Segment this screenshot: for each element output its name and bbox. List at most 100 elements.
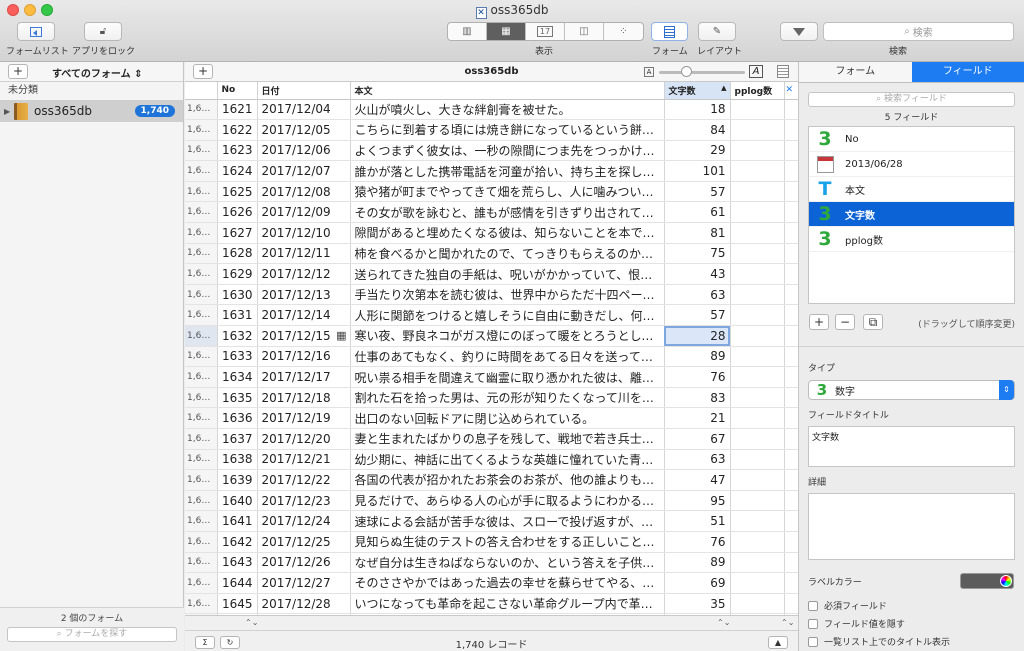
font-size-slider[interactable]	[659, 66, 745, 77]
table-row[interactable]: 1,622 1622 2017/12/05 こちらに到着する頃には焼き餅になっていると…	[185, 119, 799, 141]
cell-date[interactable]: 2017/12/23	[257, 490, 351, 512]
cell-no[interactable]: 1645	[217, 593, 258, 615]
cell-chars[interactable]: 83	[664, 387, 731, 409]
cell-spacer[interactable]	[784, 99, 799, 121]
calendar-view-icon[interactable]: 17	[526, 23, 565, 40]
row-number[interactable]: 1,623	[185, 140, 218, 162]
cell-no[interactable]: 1625	[217, 181, 258, 203]
cell-date[interactable]: 2017/12/05	[257, 119, 351, 141]
find-form-input[interactable]: ⌕ フォームを探す	[7, 627, 177, 642]
row-number[interactable]: 1,625	[185, 181, 218, 203]
cell-spacer[interactable]	[784, 140, 799, 162]
cell-chars[interactable]: 67	[664, 428, 731, 450]
cell-body[interactable]: 手当たり次第本を読む彼は、世界中からただ十四ペー…	[350, 284, 665, 306]
table-row[interactable]: 1,640 1640 2017/12/23 見るだけで、あらゆる人の心が手に取るように…	[185, 490, 799, 512]
cell-pplog[interactable]	[730, 222, 785, 244]
cell-pplog[interactable]	[730, 428, 785, 450]
field-item[interactable]: T 本文	[809, 177, 1014, 202]
cell-body[interactable]: よくつまずく彼女は、一秒の隙間につま先をつっかけて…	[350, 140, 665, 162]
cell-date[interactable]: 2017/12/18	[257, 387, 351, 409]
field-item[interactable]: 3 No	[809, 127, 1014, 152]
cell-spacer[interactable]	[784, 263, 799, 285]
column-header-date[interactable]: 日付	[257, 82, 351, 100]
table-row[interactable]: 1,634 1634 2017/12/17 呪い祟る相手を間違えて幽霊に取り憑かれた彼…	[185, 366, 799, 388]
add-form-button[interactable]: +	[8, 64, 28, 79]
cell-spacer[interactable]	[784, 222, 799, 244]
cell-body[interactable]: 出口のない回転ドアに閉じ込められている。	[350, 407, 665, 429]
add-field-button[interactable]: +	[809, 314, 829, 330]
cell-body[interactable]: 妻と生まれたばかりの息子を残して、戦地で若き兵士は…	[350, 428, 665, 450]
cell-spacer[interactable]	[784, 449, 799, 471]
cell-spacer[interactable]	[784, 490, 799, 512]
table-row[interactable]: 1,635 1635 2017/12/18 割れた石を拾った男は、元の形が知りたくなっ…	[185, 387, 799, 409]
column-header-chars[interactable]: 文字数 ▲	[664, 82, 731, 100]
cell-date[interactable]: 2017/12/17	[257, 366, 351, 388]
cell-date[interactable]: 2017/12/13	[257, 284, 351, 306]
cell-spacer[interactable]	[784, 243, 799, 265]
summary-chevron-icon[interactable]: ⌃⌄	[717, 618, 730, 627]
grid-view-icon[interactable]: ⁘	[604, 23, 643, 40]
row-number[interactable]: 1,628	[185, 243, 218, 265]
cell-body[interactable]: 柿を食べるかと聞かれたので、てっきりもらえるのかと…	[350, 243, 665, 265]
cell-spacer[interactable]	[784, 531, 799, 553]
table-row[interactable]: 1,625 1625 2017/12/08 猿や猪が町までやってきて畑を荒らし、人に噛…	[185, 181, 799, 203]
show-title-checkbox[interactable]: 一覧リスト上でのタイトル表示	[808, 635, 1024, 648]
cell-date[interactable]: 2017/12/16	[257, 346, 351, 368]
field-item[interactable]: 3 pplog数	[809, 227, 1014, 252]
cell-spacer[interactable]	[784, 428, 799, 450]
sidebar-item-oss365db[interactable]: ▶ oss365db 1,740	[0, 100, 183, 122]
column-header-no[interactable]: No	[217, 82, 258, 100]
row-number[interactable]: 1,622	[185, 119, 218, 141]
cell-date[interactable]: 2017/12/14	[257, 304, 351, 327]
cell-pplog[interactable]	[730, 201, 785, 224]
row-number[interactable]: 1,633	[185, 346, 218, 368]
table-row[interactable]: 1,626 1626 2017/12/09 その女が歌を詠むと、誰もが感情を引きずり出…	[185, 201, 799, 224]
cell-spacer[interactable]	[784, 346, 799, 368]
cell-body[interactable]: 見るだけで、あらゆる人の心が手に取るようにわかる…	[350, 490, 665, 512]
cell-pplog[interactable]	[730, 510, 785, 532]
cell-body[interactable]: 送られてきた独自の手紙は、呪いがかかっていて、恨み…	[350, 263, 665, 285]
cell-chars[interactable]: 29	[664, 140, 731, 162]
cell-chars[interactable]: 61	[664, 201, 731, 224]
all-forms-dropdown[interactable]: すべてのフォーム ⇕	[52, 65, 142, 80]
cell-pplog[interactable]	[730, 490, 785, 512]
cell-no[interactable]: 1621	[217, 99, 258, 121]
cell-chars[interactable]: 63	[664, 284, 731, 306]
remove-field-button[interactable]: −	[835, 314, 855, 330]
cell-no[interactable]: 1624	[217, 160, 258, 182]
cell-no[interactable]: 1638	[217, 449, 258, 471]
cell-pplog[interactable]	[730, 160, 785, 182]
disclosure-triangle-icon[interactable]: ▶	[4, 107, 14, 116]
row-number[interactable]: 1,644	[185, 572, 218, 594]
cell-no[interactable]: 1641	[217, 510, 258, 532]
cell-no[interactable]: 1634	[217, 366, 258, 388]
cell-pplog[interactable]	[730, 552, 785, 574]
table-row[interactable]: 1,643 1643 2017/12/26 なぜ自分は生きねばならないのか、という答え…	[185, 552, 799, 574]
cell-spacer[interactable]	[784, 181, 799, 203]
cell-date[interactable]: 2017/12/09	[257, 201, 351, 224]
row-number[interactable]: 1,631	[185, 304, 218, 327]
cell-date[interactable]: 2017/12/25	[257, 531, 351, 553]
cell-date[interactable]: 2017/12/22	[257, 469, 351, 491]
cell-pplog[interactable]	[730, 572, 785, 594]
cell-spacer[interactable]	[784, 160, 799, 182]
cell-pplog[interactable]	[730, 366, 785, 388]
cell-date[interactable]: 2017/12/28	[257, 593, 351, 615]
row-number[interactable]: 1,638	[185, 449, 218, 471]
form-list-button[interactable]	[17, 22, 55, 41]
cell-body[interactable]: 幼少期に、神話に出てくるような英雄に憧れていた青年…	[350, 449, 665, 471]
cell-chars[interactable]: 89	[664, 346, 731, 368]
filter-button[interactable]	[780, 22, 818, 41]
table-row[interactable]: 1,633 1633 2017/12/16 仕事のあてもなく、釣りに時間をあてる日々を…	[185, 346, 799, 368]
cell-pplog[interactable]	[730, 284, 785, 306]
layout-button[interactable]: ✎	[698, 22, 736, 41]
cell-chars[interactable]: 28	[664, 325, 731, 347]
table-row[interactable]: 1,638 1638 2017/12/21 幼少期に、神話に出てくるような英雄に憧れて…	[185, 449, 799, 471]
cell-chars[interactable]: 21	[664, 407, 731, 429]
cell-no[interactable]: 1623	[217, 140, 258, 162]
cell-chars[interactable]: 35	[664, 593, 731, 615]
cell-chars[interactable]: 95	[664, 490, 731, 512]
row-number[interactable]: 1,629	[185, 263, 218, 285]
row-number[interactable]: 1,634	[185, 366, 218, 388]
calendar-picker-icon[interactable]: ▦	[336, 329, 346, 342]
